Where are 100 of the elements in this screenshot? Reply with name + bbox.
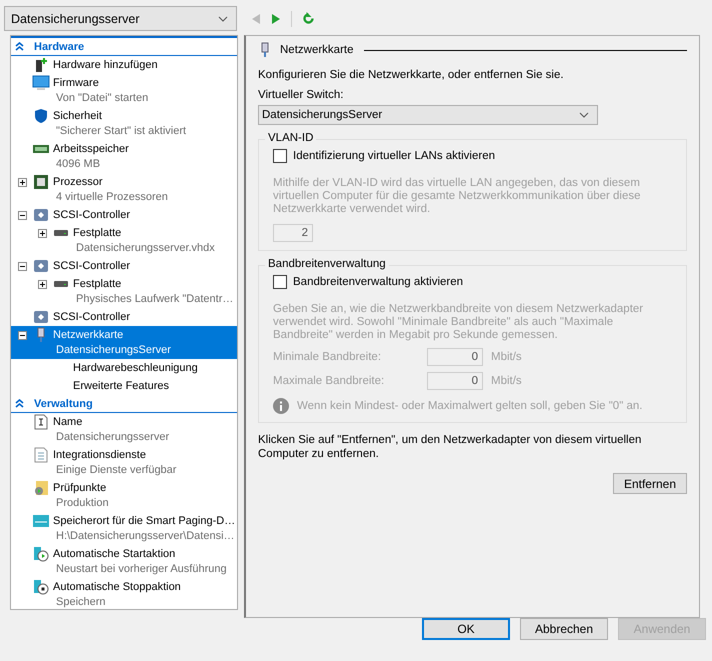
item-label: Automatische Startaktion	[53, 548, 176, 560]
item-label: Name	[53, 416, 82, 428]
virtual-switch-dropdown[interactable]: DatensicherungsServer	[258, 105, 598, 125]
item-label: Erweiterte Features	[73, 380, 169, 392]
bandwidth-input[interactable]: 0	[427, 372, 483, 390]
item-detail: Einige Dienste verfügbar	[55, 463, 178, 478]
item-label: SCSI-Controller	[53, 311, 130, 323]
item-detail: Physisches Laufwerk "Datentr…	[75, 292, 234, 307]
dialog-button[interactable]: OK	[422, 618, 510, 640]
tree-item[interactable]: Name Datensicherungsserver	[11, 413, 237, 446]
server-play-icon	[33, 546, 49, 562]
remove-hint-text: Klicken Sie auf "Entfernen", um den Netzwerkadapter von diesem virtuellen Computer zu entfernen.	[258, 433, 642, 461]
item-detail: 4 virtuelle Prozessoren	[55, 190, 169, 205]
section-header[interactable]: Verwaltung	[11, 395, 237, 413]
double-chevron-icon	[15, 42, 24, 51]
remove-button[interactable]: Entfernen	[612, 473, 687, 494]
tree-item[interactable]: Prüfpunkte Produktion	[11, 479, 237, 512]
item-detail: Datensicherungsserver.vhdx	[75, 241, 216, 256]
info-icon	[273, 398, 289, 414]
item-label: Festplatte	[73, 227, 122, 239]
item-detail: Von "Datei" starten	[55, 91, 150, 106]
switch-label: Virtueller Switch:	[258, 88, 344, 102]
unit-label: Mbit/s	[491, 351, 522, 363]
server-stop-icon	[33, 579, 49, 595]
description-text: Geben Sie an, wie die Netzwerkbandbreite von diesem Netzwerkadapter verwendet wird. Sowohl "Minimale Bandbreite" als auch "Maximale Bandbreite" werden in Megabit pro Sekunde gemessen.	[273, 303, 644, 342]
item-label: Sicherheit	[53, 110, 102, 122]
refresh-icon[interactable]	[302, 12, 315, 25]
group-title: Bandbreitenverwaltung	[265, 258, 389, 270]
memory-module-icon	[32, 143, 50, 155]
expander-icon[interactable]	[18, 330, 26, 340]
tree-item[interactable]: SCSI-Controller	[11, 257, 237, 275]
tree-item[interactable]: Integrationsdienste Einige Dienste verfügbar	[11, 446, 237, 479]
intro-text: Konfigurieren Sie die Netzwerkkarte, oder entfernen Sie sie.	[258, 68, 565, 82]
item-label: Speicherort für die Smart Paging-D…	[53, 515, 236, 527]
section-header[interactable]: Hardware	[11, 36, 237, 56]
item-label: SCSI-Controller	[53, 260, 130, 272]
tree-item[interactable]: Prozessor 4 virtuelle Prozessoren	[11, 173, 237, 206]
dialog-button[interactable]: Abbrechen	[520, 618, 608, 640]
item-detail: "Sicherer Start" ist aktiviert	[55, 124, 188, 139]
tree-item[interactable]: SCSI-Controller	[11, 206, 237, 224]
group-title: VLAN-ID	[265, 132, 316, 144]
item-label: Hardware hinzufügen	[53, 59, 158, 71]
expander-icon[interactable]	[38, 228, 46, 238]
tree-item[interactable]: Hardware hinzufügen	[11, 56, 237, 74]
tree-item[interactable]: Speicherort für die Smart Paging-D… H:\Datensicherungsserver\Datensi…	[11, 512, 237, 545]
tree-item[interactable]: Automatische Startaktion Neustart bei vorheriger Ausführung	[11, 545, 237, 578]
controller-icon	[33, 258, 49, 274]
panel-title: Netzwerkkarte	[280, 44, 354, 56]
item-label: Prüfpunkte	[53, 482, 106, 494]
item-label: Firmware	[53, 77, 99, 89]
item-label: Prozessor	[53, 176, 103, 188]
add-hardware-icon	[33, 57, 49, 73]
network-adapter-icon	[36, 327, 46, 343]
tree-item[interactable]: Sicherheit "Sicherer Start" ist aktiviert	[11, 107, 237, 140]
forward-arrow-icon[interactable]	[271, 12, 281, 24]
controller-icon	[33, 309, 49, 325]
item-detail: Speichern	[55, 595, 107, 609]
expander-icon[interactable]	[18, 178, 26, 186]
tree-item[interactable]: Erweiterte Features	[11, 377, 237, 395]
enable-checkbox[interactable]: Identifizierung virtueller LANs aktivieren	[273, 149, 676, 163]
item-label: Festplatte	[73, 278, 122, 290]
chevron-down-icon	[579, 112, 589, 118]
item-label: Netzwerkkarte	[53, 329, 124, 341]
tree-item[interactable]: Firmware Von "Datei" starten	[11, 74, 237, 107]
item-label: Automatische Stoppaktion	[53, 581, 181, 593]
tree-item[interactable]: Hardwarebeschleunigung	[11, 359, 237, 377]
unit-label: Mbit/s	[491, 375, 522, 387]
vm-select-dropdown[interactable]: Datensicherungsserver	[4, 6, 237, 31]
controller-icon	[33, 207, 49, 223]
text-cursor-icon	[34, 414, 48, 430]
description-text: Mithilfe der VLAN-ID wird das virtuelle LAN angegeben, das von diesem virtuellen Computer für die gesamte Netzwerkkommunikation über diese Netzwerkkarte verwendet wird.	[273, 177, 642, 216]
processor-chip-icon	[33, 174, 49, 190]
expander-icon[interactable]	[18, 210, 26, 220]
info-text: Wenn kein Mindest- oder Maximalwert gelten soll, geben Sie "0" an.	[297, 400, 642, 412]
shield-icon	[33, 108, 49, 124]
enable-checkbox[interactable]: Bandbreitenverwaltung aktivieren	[273, 275, 676, 289]
item-label: Integrationsdienste	[53, 449, 146, 461]
tree-item[interactable]: Festplatte Physisches Laufwerk "Datentr…	[11, 275, 237, 308]
tree-item[interactable]: Festplatte Datensicherungsserver.vhdx	[11, 224, 237, 257]
checkpoint-folder-icon	[33, 480, 49, 496]
chevron-down-icon	[218, 16, 228, 22]
item-detail: H:\Datensicherungsserver\Datensi…	[55, 529, 236, 544]
bandwidth-input[interactable]: 0	[427, 348, 483, 366]
network-adapter-icon	[260, 42, 270, 58]
server-icon	[32, 513, 50, 529]
item-label: Hardwarebeschleunigung	[73, 362, 198, 374]
tree-item[interactable]: SCSI-Controller	[11, 308, 237, 326]
item-detail: Datensicherungsserver	[55, 430, 170, 445]
item-detail: Neustart bei vorheriger Ausführung	[55, 562, 228, 577]
item-detail: DatensicherungsServer	[55, 343, 172, 358]
expander-icon[interactable]	[18, 262, 26, 270]
item-label: Arbeitsspeicher	[53, 143, 129, 155]
tree-item[interactable]: Automatische Stoppaktion Speichern	[11, 578, 237, 609]
tree-item[interactable]: Netzwerkkarte DatensicherungsServer	[11, 326, 237, 359]
field-label: Maximale Bandbreite:	[273, 375, 386, 387]
item-label: SCSI-Controller	[53, 209, 130, 221]
monitor-icon	[32, 75, 50, 91]
tree-item[interactable]: Arbeitsspeicher 4096 MB	[11, 140, 237, 173]
vlan-id-input[interactable]: 2	[273, 224, 313, 242]
expander-icon[interactable]	[38, 280, 46, 288]
